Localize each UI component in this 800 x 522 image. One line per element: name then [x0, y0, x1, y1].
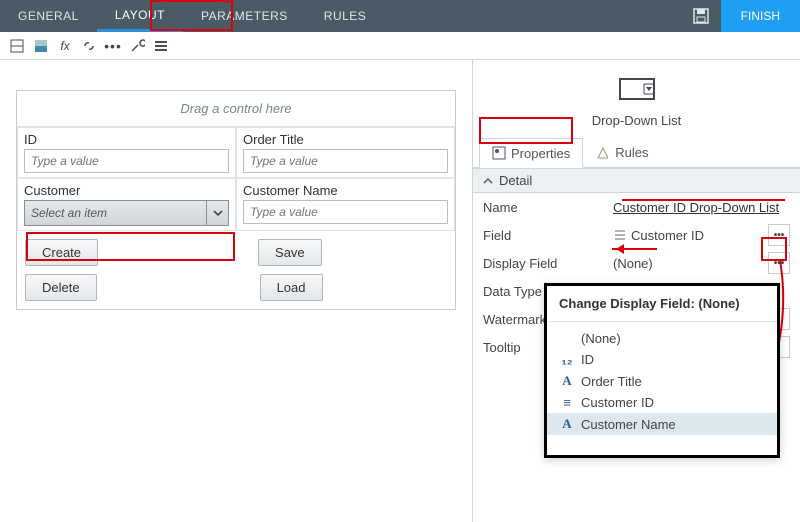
number-icon: ₁₂: [559, 352, 575, 367]
save-button[interactable]: Save: [258, 239, 322, 266]
save-icon[interactable]: [681, 0, 721, 32]
label-id: ID: [24, 132, 229, 147]
popup-item-customer-name[interactable]: ACustomer Name: [547, 413, 777, 435]
arrow-display-field: [612, 248, 657, 250]
label-order-title: Order Title: [243, 132, 448, 147]
select-customer[interactable]: Select an item: [24, 200, 229, 226]
form-canvas: Drag a control here ID Order Title Custo…: [16, 90, 456, 310]
text-icon: A: [559, 373, 575, 389]
tab-rules[interactable]: RULES: [306, 0, 385, 32]
dropdown-component-icon: [619, 78, 655, 100]
list-icon: ≡: [559, 395, 575, 410]
component-name: Drop-Down List: [473, 113, 800, 128]
delete-button[interactable]: Delete: [25, 274, 97, 301]
input-id[interactable]: [24, 149, 229, 173]
prop-name-label: Name: [483, 200, 613, 215]
properties-icon: [492, 146, 506, 160]
prop-field-label: Field: [483, 228, 613, 243]
toolbar-fx-icon[interactable]: fx: [56, 37, 74, 55]
highlight-name-underline: [622, 199, 785, 201]
popup-item-none[interactable]: (None): [547, 328, 777, 349]
load-button[interactable]: Load: [260, 274, 323, 301]
popup-item-id[interactable]: ₁₂ID: [547, 349, 777, 370]
change-display-field-popup: Change Display Field: (None) (None) ₁₂ID…: [544, 283, 780, 458]
select-customer-text: Select an item: [25, 206, 206, 220]
toolbar-link-icon[interactable]: [80, 37, 98, 55]
label-customer-name: Customer Name: [243, 183, 448, 198]
toolbar-wrench-icon[interactable]: [128, 37, 146, 55]
input-customer-name[interactable]: [243, 200, 448, 224]
label-customer: Customer: [24, 183, 229, 198]
popup-item-order-title[interactable]: AOrder Title: [547, 370, 777, 392]
tab-layout[interactable]: LAYOUT: [97, 0, 183, 32]
popup-title: Change Display Field: (None): [547, 286, 777, 322]
prop-name-value[interactable]: Customer ID Drop-Down List: [613, 200, 779, 215]
display-field-ellipsis-button[interactable]: •••: [768, 252, 790, 274]
tab-rules-prop[interactable]: Rules: [583, 138, 661, 167]
tab-properties[interactable]: Properties: [479, 138, 583, 168]
finish-button[interactable]: FINISH: [721, 0, 800, 32]
prop-field-value: Customer ID: [631, 228, 764, 243]
prop-display-field-label: Display Field: [483, 256, 613, 271]
collapse-icon: [483, 176, 493, 186]
tab-parameters[interactable]: PARAMETERS: [183, 0, 306, 32]
tab-general[interactable]: GENERAL: [0, 0, 97, 32]
top-nav: GENERAL LAYOUT PARAMETERS RULES FINISH: [0, 0, 800, 32]
prop-display-field-value: (None): [613, 256, 764, 271]
rules-icon: [596, 146, 610, 160]
list-icon: [613, 228, 627, 242]
popup-item-customer-id[interactable]: ≡Customer ID: [547, 392, 777, 413]
toolbar-menu-icon[interactable]: [152, 37, 170, 55]
canvas-pane: Drag a control here ID Order Title Custo…: [0, 60, 473, 522]
text-icon: A: [559, 416, 575, 432]
toolbar-btn-2[interactable]: [32, 37, 50, 55]
toolbar-btn-1[interactable]: [8, 37, 26, 55]
detail-header[interactable]: Detail: [473, 168, 800, 193]
field-ellipsis-button[interactable]: •••: [768, 224, 790, 246]
chevron-down-icon[interactable]: [206, 201, 228, 225]
create-button[interactable]: Create: [25, 239, 98, 266]
drag-hint: Drag a control here: [17, 91, 455, 127]
input-order-title[interactable]: [243, 149, 448, 173]
toolbar: fx •••: [0, 32, 800, 60]
toolbar-more-icon[interactable]: •••: [104, 37, 122, 55]
